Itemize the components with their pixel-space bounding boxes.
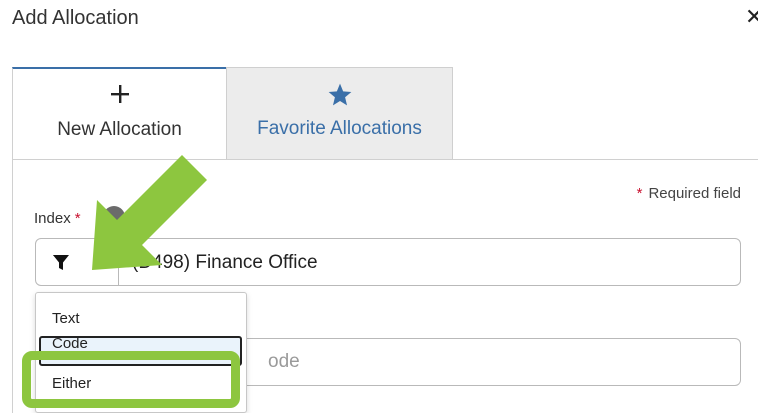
annotation-arrow — [92, 155, 207, 270]
